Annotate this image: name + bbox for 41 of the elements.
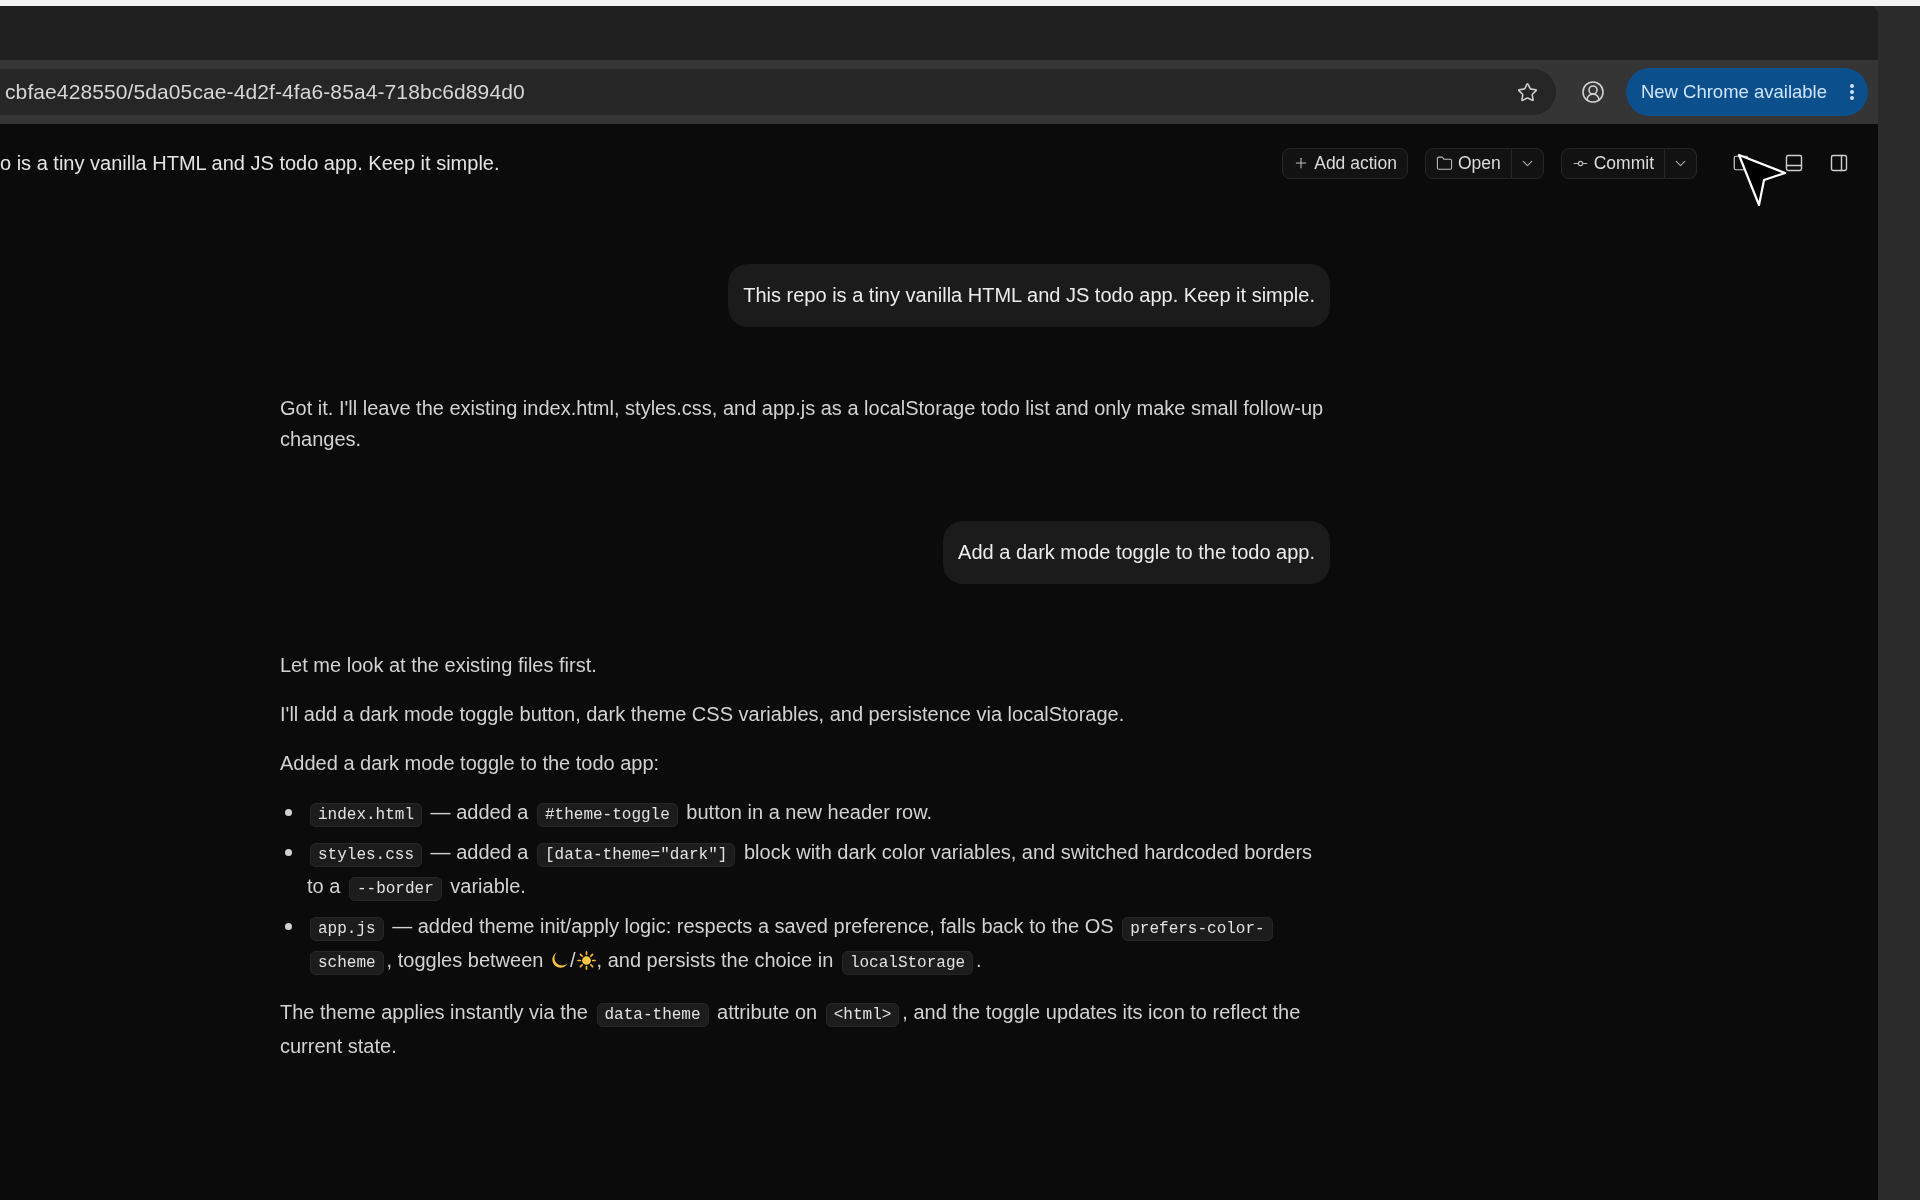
panel-right-icon — [1829, 153, 1849, 173]
bullet-icon — [285, 849, 292, 856]
inline-code: scheme — [310, 951, 384, 975]
user-message: This repo is a tiny vanilla HTML and JS todo app. Keep it simple. — [728, 264, 1330, 327]
message-text: Let me look at the existing files first. — [280, 653, 598, 678]
message-text: The theme applies instantly via the data-theme attribute on <html> , and the toggle updates its icon to reflect the current state. — [280, 1000, 1302, 1059]
moon-icon — [549, 951, 569, 970]
list-item-text: styles.css — added a [data-theme="dark"] block with dark color variables, and switched hardcoded borders to a --border variable. — [307, 837, 1330, 905]
user-message: Add a dark mode toggle to the todo app. — [943, 521, 1330, 584]
list-item-text: index.html — added a #theme-toggle button in a new header row. — [307, 797, 933, 831]
inline-code: [data-theme="dark"] — [537, 843, 736, 867]
inline-code: localStorage — [841, 951, 974, 975]
update-button[interactable]: New Chrome available — [1625, 68, 1868, 116]
pointer-cursor-icon — [1737, 153, 1787, 207]
commit-button[interactable]: Commit — [1560, 147, 1665, 179]
add-action-button[interactable]: Add action — [1282, 147, 1408, 179]
profile-button[interactable] — [1580, 79, 1606, 105]
inline-code: --border — [348, 877, 442, 901]
list-item-text: app.js — added theme init/apply logic: respects a saved preference, falls back to the OS prefers-color- scheme , toggles between / , and persists the choice in localStorage . — [307, 911, 1330, 979]
more-icon — [1850, 84, 1854, 100]
address-bar[interactable]: cbfae428550/5da05cae-4d2f-4fa6-85a4-718bc6d894d0 — [0, 69, 1556, 115]
message-text: Got it. I'll leave the existing index.html, styles.css, and app.js as a localStorage todo list and only make small follow-up changes. — [280, 396, 1325, 452]
profile-icon — [1580, 80, 1605, 104]
inline-code: app.js — [310, 917, 384, 941]
inline-code: data-theme — [596, 1003, 709, 1027]
panel-bottom-icon — [1784, 153, 1804, 173]
message-text: Added a dark mode toggle to the todo app: — [280, 751, 661, 776]
star-icon — [1517, 81, 1538, 103]
inline-code: styles.css — [310, 843, 422, 867]
inline-code: <html> — [825, 1003, 900, 1027]
inline-code: #theme-toggle — [537, 803, 678, 827]
inline-code: index.html — [310, 803, 422, 827]
bookmark-star-button[interactable] — [1517, 81, 1538, 103]
folder-icon — [1435, 154, 1453, 172]
inline-code: prefers-color- — [1122, 917, 1273, 941]
open-button[interactable]: Open — [1424, 147, 1512, 179]
message-text: I'll add a dark mode toggle button, dark theme CSS variables, and persistence via localStorage. — [280, 702, 1126, 727]
bullet-icon — [285, 809, 292, 816]
sun-icon — [576, 951, 596, 970]
thread-title: o is a tiny vanilla HTML and JS todo app. Keep it simple. — [0, 151, 500, 175]
bullet-icon — [285, 923, 292, 930]
